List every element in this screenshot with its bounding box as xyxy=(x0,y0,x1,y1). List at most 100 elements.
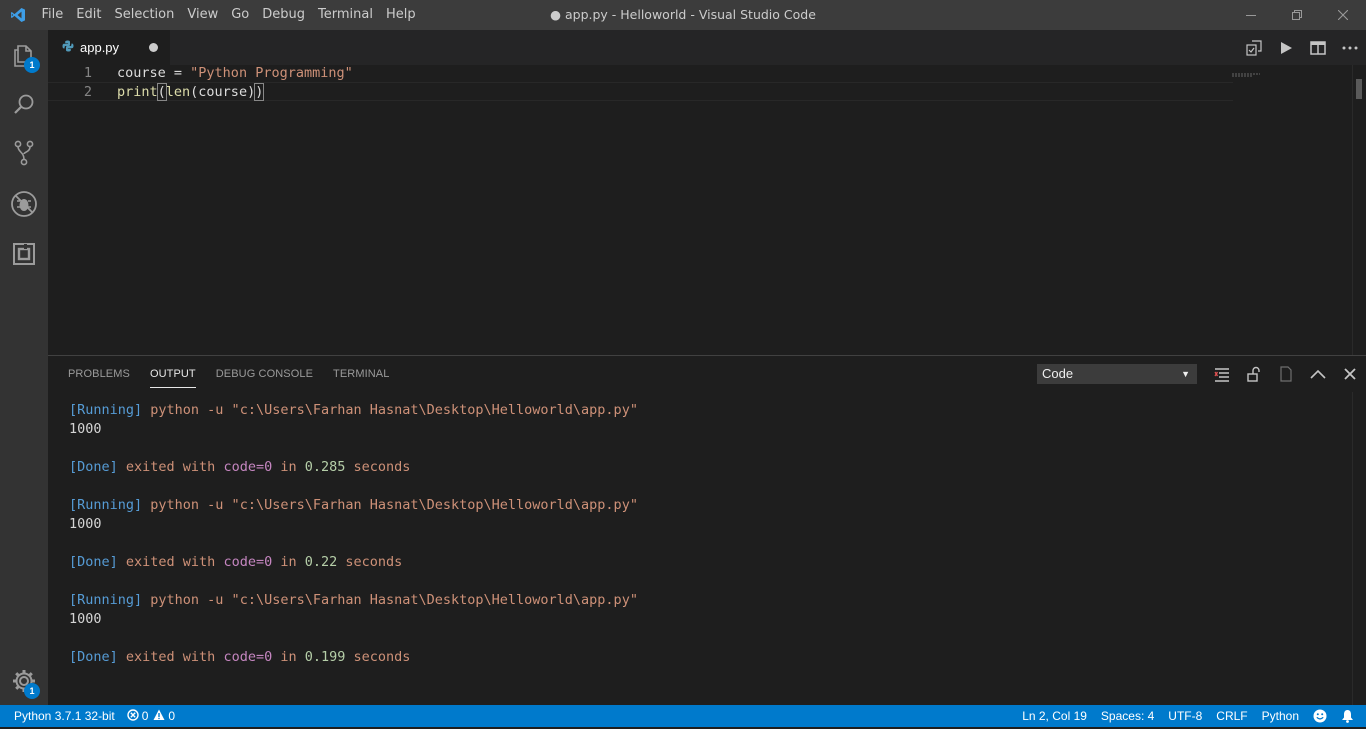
lock-scroll-icon[interactable] xyxy=(1238,356,1270,392)
search-icon[interactable] xyxy=(0,80,48,128)
end-of-line[interactable]: CRLF xyxy=(1216,709,1247,723)
tab-debug-console[interactable]: DEBUG CONSOLE xyxy=(216,356,313,392)
in-text: in xyxy=(272,459,305,475)
clear-output-icon[interactable] xyxy=(1206,356,1238,392)
line-number: 2 xyxy=(83,84,92,100)
menu-go[interactable]: Go xyxy=(225,0,256,30)
problems-indicator[interactable]: 0 0 xyxy=(127,708,175,724)
output-blank-line xyxy=(69,629,638,648)
minimap[interactable] xyxy=(1232,65,1262,77)
file-encoding[interactable]: UTF-8 xyxy=(1168,709,1202,723)
unsaved-dot-icon[interactable] xyxy=(149,43,158,52)
activity-bar: 1 1 xyxy=(0,30,48,705)
tab-label: app.py xyxy=(80,40,120,55)
open-changes-icon[interactable] xyxy=(1238,30,1270,65)
output-blank-line xyxy=(69,572,638,591)
debug-icon[interactable] xyxy=(0,180,48,228)
output-result-line: 1000 xyxy=(69,611,102,627)
tab-problems[interactable]: PROBLEMS xyxy=(68,356,130,392)
source-control-icon[interactable] xyxy=(0,129,48,177)
token-function: print xyxy=(117,84,158,100)
gear-icon[interactable]: 1 xyxy=(0,657,48,705)
indentation[interactable]: Spaces: 4 xyxy=(1101,709,1154,723)
duration: 0.22 xyxy=(304,554,338,570)
output-running-line: [Running] python -u "c:\Users\Farhan Has… xyxy=(69,496,638,515)
token-string: "Python Programming" xyxy=(190,65,353,81)
tab-terminal[interactable]: TERMINAL xyxy=(333,356,389,392)
menu-view[interactable]: View xyxy=(181,0,225,30)
token-function: len xyxy=(165,84,191,100)
token-identifier: (course) xyxy=(190,84,256,100)
exit-code: code=0 xyxy=(223,649,273,665)
open-log-icon[interactable] xyxy=(1270,356,1302,392)
error-count: 0 xyxy=(141,709,149,723)
menu-file[interactable]: File xyxy=(35,0,70,30)
close-icon[interactable] xyxy=(1320,0,1366,30)
seconds-text: seconds xyxy=(345,649,411,665)
menu-edit[interactable]: Edit xyxy=(70,0,108,30)
notifications-bell-icon[interactable] xyxy=(1341,709,1354,723)
exit-code: code=0 xyxy=(223,459,273,475)
code-line-1: 1 course = "Python Programming" xyxy=(48,64,1233,83)
feedback-smiley-icon[interactable] xyxy=(1313,709,1327,723)
output-channel-select[interactable]: Code ▼ xyxy=(1037,364,1197,384)
editor-tabs-bar: app.py xyxy=(48,30,1366,65)
menu-bar: File Edit Selection View Go Debug Termin… xyxy=(35,0,422,30)
output-result-line: 1000 xyxy=(69,516,102,532)
run-command: python -u "c:\Users\Farhan Hasnat\Deskto… xyxy=(142,402,638,418)
done-tag: [Done] xyxy=(69,649,118,665)
manage-badge: 1 xyxy=(24,683,40,699)
output-blank-line xyxy=(69,534,638,553)
done-tag: [Done] xyxy=(69,554,118,570)
output-blank-line xyxy=(69,477,638,496)
extensions-icon[interactable] xyxy=(0,230,48,278)
tab-output[interactable]: OUTPUT xyxy=(149,356,196,392)
exit-code: code=0 xyxy=(223,554,273,570)
output-done-line: [Done] exited with code=0 in 0.199 secon… xyxy=(69,648,638,667)
token-identifier: course xyxy=(117,65,166,81)
exited-text: exited with xyxy=(117,554,224,570)
explorer-files-icon[interactable]: 1 xyxy=(0,32,48,80)
error-icon xyxy=(127,708,139,724)
editor-actions xyxy=(1238,30,1366,65)
output-result-line: 1000 xyxy=(69,421,102,437)
cursor-position[interactable]: Ln 2, Col 19 xyxy=(1022,709,1087,723)
menu-debug[interactable]: Debug xyxy=(256,0,312,30)
explorer-badge: 1 xyxy=(24,57,40,73)
running-tag: [Running] xyxy=(69,592,143,608)
output-running-line: [Running] python -u "c:\Users\Farhan Has… xyxy=(69,401,638,420)
vscode-logo-icon xyxy=(0,0,35,30)
menu-terminal[interactable]: Terminal xyxy=(312,0,380,30)
code-text[interactable]: print(len(course)) xyxy=(117,83,265,102)
token-bracket-close: ) xyxy=(254,83,265,101)
code-text[interactable]: course = "Python Programming" xyxy=(117,64,353,83)
menu-selection[interactable]: Selection xyxy=(108,0,181,30)
python-interpreter[interactable]: Python 3.7.1 32-bit xyxy=(14,709,115,723)
editor-scrollbar[interactable] xyxy=(1352,65,1366,355)
seconds-text: seconds xyxy=(337,554,403,570)
duration: 0.199 xyxy=(304,649,346,665)
menu-help[interactable]: Help xyxy=(379,0,422,30)
more-actions-icon[interactable] xyxy=(1334,30,1366,65)
scrollbar-thumb[interactable] xyxy=(1356,79,1362,99)
output-done-line: [Done] exited with code=0 in 0.285 secon… xyxy=(69,458,638,477)
maximize-panel-icon[interactable] xyxy=(1302,356,1334,392)
run-command: python -u "c:\Users\Farhan Hasnat\Deskto… xyxy=(142,592,638,608)
run-icon[interactable] xyxy=(1270,30,1302,65)
panel-scrollbar[interactable] xyxy=(1352,392,1366,706)
restore-icon[interactable] xyxy=(1274,0,1320,30)
split-editor-icon[interactable] xyxy=(1302,30,1334,65)
run-command: python -u "c:\Users\Farhan Hasnat\Deskto… xyxy=(142,497,638,513)
output-done-line: [Done] exited with code=0 in 0.22 second… xyxy=(69,553,638,572)
language-mode[interactable]: Python xyxy=(1262,709,1299,723)
minimize-icon[interactable] xyxy=(1228,0,1274,30)
output-content[interactable]: [Running] python -u "c:\Users\Farhan Has… xyxy=(69,401,638,667)
close-panel-icon[interactable] xyxy=(1334,356,1366,392)
window-controls xyxy=(1228,0,1366,30)
code-editor[interactable]: 1 course = "Python Programming" 2 print(… xyxy=(48,65,1366,355)
chevron-down-icon: ▼ xyxy=(1181,369,1190,379)
duration: 0.285 xyxy=(304,459,346,475)
panel-tabs: PROBLEMS OUTPUT DEBUG CONSOLE TERMINAL xyxy=(48,356,389,392)
exited-text: exited with xyxy=(117,459,224,475)
tab-app-py[interactable]: app.py xyxy=(48,30,170,65)
